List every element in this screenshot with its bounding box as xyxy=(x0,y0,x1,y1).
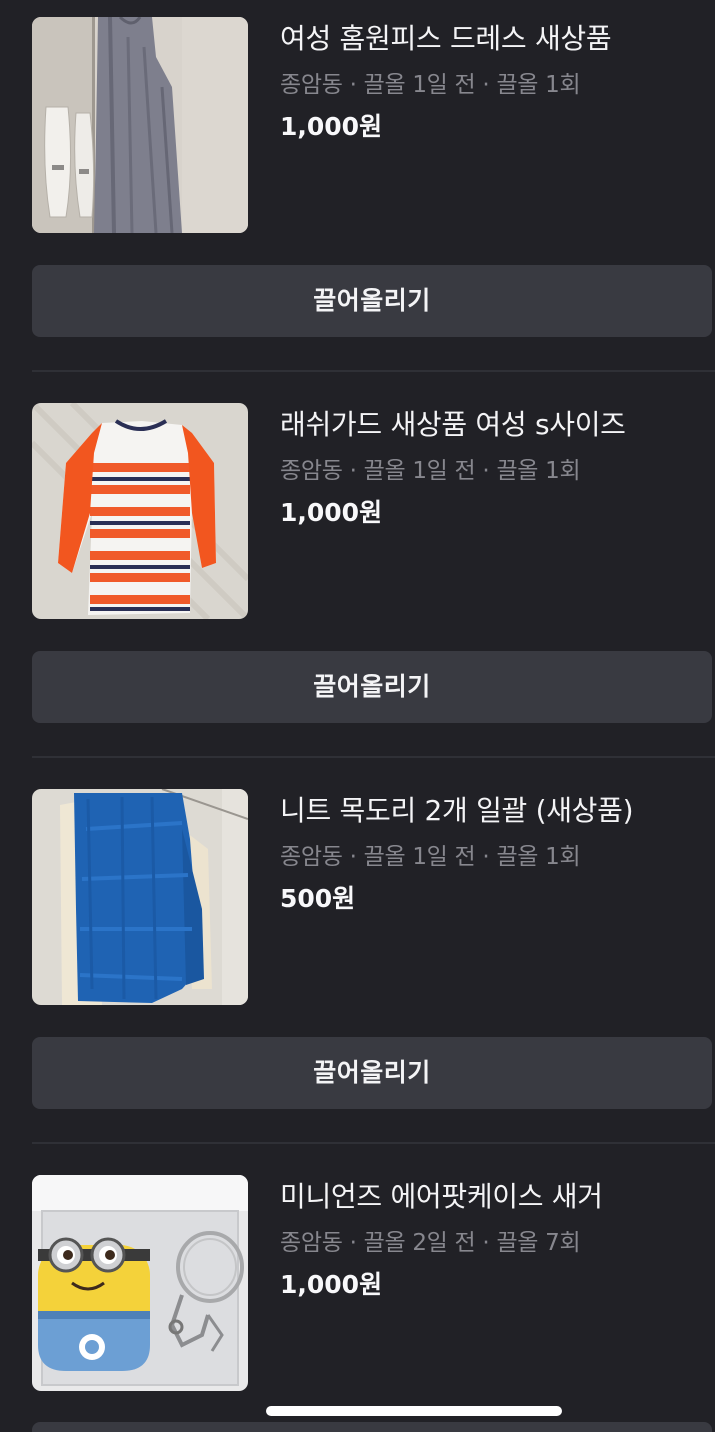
listing-thumbnail[interactable] xyxy=(32,403,248,619)
bump-button[interactable] xyxy=(32,1422,712,1432)
listing-meta: 종암동 · 끌올 2일 전 · 끌올 7회 xyxy=(280,1230,581,1256)
home-indicator[interactable] xyxy=(266,1406,562,1416)
listing-meta: 종암동 · 끌올 1일 전 · 끌올 1회 xyxy=(280,72,581,98)
minion-airpods-case-photo xyxy=(32,1175,248,1391)
listing-price: 1,000원 xyxy=(280,498,383,527)
striped-rashguard-photo xyxy=(32,403,248,619)
blue-knit-scarf-photo xyxy=(32,789,248,1005)
listing-meta: 종암동 · 끌올 1일 전 · 끌올 1회 xyxy=(280,844,581,870)
listing-price: 500원 xyxy=(280,884,356,913)
bump-button[interactable]: 끌어올리기 xyxy=(32,651,712,723)
bump-button[interactable]: 끌어올리기 xyxy=(32,1037,712,1109)
divider xyxy=(32,1142,715,1144)
listing-title[interactable]: 니트 목도리 2개 일괄 (새상품) xyxy=(280,791,634,831)
bump-button[interactable]: 끌어올리기 xyxy=(32,265,712,337)
listing-meta: 종암동 · 끌올 1일 전 · 끌올 1회 xyxy=(280,458,581,484)
listing-price: 1,000원 xyxy=(280,112,383,141)
grey-dress-photo xyxy=(32,17,248,233)
listing-thumbnail[interactable] xyxy=(32,17,248,233)
listing-thumbnail[interactable] xyxy=(32,789,248,1005)
divider xyxy=(32,756,715,758)
listing-price: 1,000원 xyxy=(280,1270,383,1299)
listing-title[interactable]: 여성 홈원피스 드레스 새상품 xyxy=(280,19,612,59)
listing-title[interactable]: 미니언즈 에어팟케이스 새거 xyxy=(280,1177,603,1217)
listing-title[interactable]: 래쉬가드 새상품 여성 s사이즈 xyxy=(280,405,626,445)
divider xyxy=(32,370,715,372)
listing-thumbnail[interactable] xyxy=(32,1175,248,1391)
